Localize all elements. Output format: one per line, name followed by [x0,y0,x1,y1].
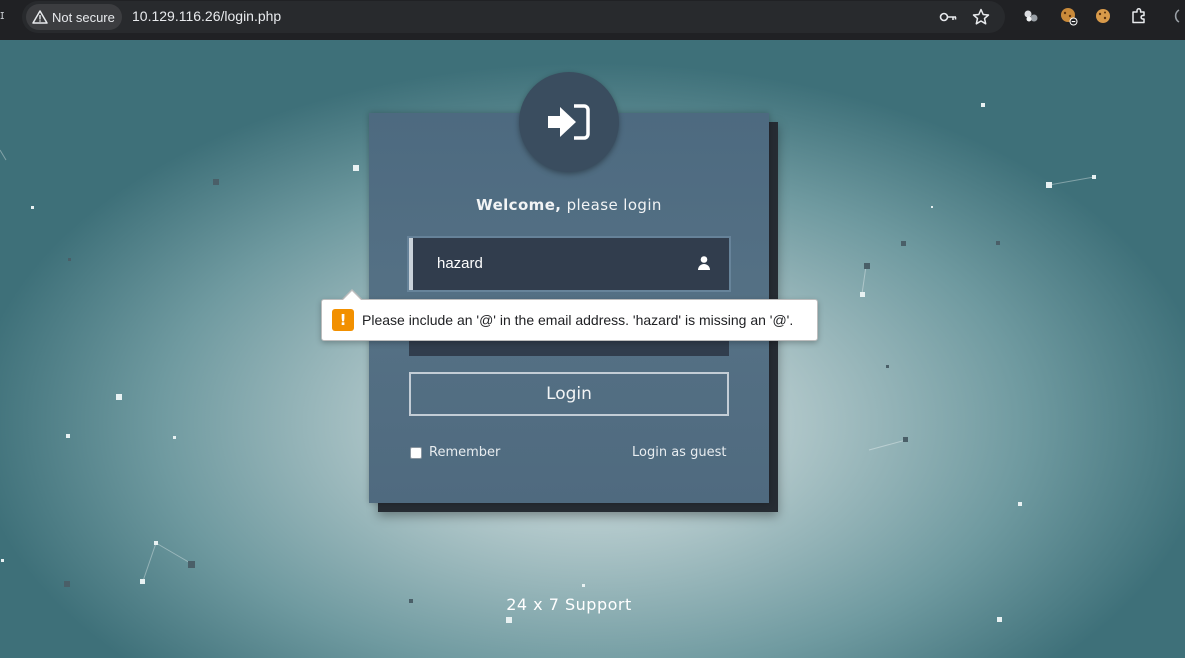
welcome-heading: Welcome, please login [369,196,769,214]
remember-checkbox[interactable] [410,446,422,459]
extension-puzzle-icon[interactable] [1129,6,1149,26]
login-as-guest-link[interactable]: Login as guest [632,445,726,460]
key-icon[interactable] [938,7,958,27]
login-badge [519,72,619,172]
login-button[interactable]: Login [409,372,729,416]
browser-toolbar: ɪ Not secure 10.129.116.26/login.php [0,0,1185,40]
warning-triangle-icon [32,10,48,24]
validation-message: Please include an '@' in the email addre… [362,312,794,328]
email-value[interactable]: hazard [437,255,483,272]
cookie-extension-icon[interactable] [1059,6,1079,26]
user-icon [698,256,710,270]
warning-icon: ! [332,309,354,331]
url-text[interactable]: 10.129.116.26/login.php [132,8,281,24]
star-icon[interactable] [971,7,991,27]
remember-option[interactable]: Remember [410,445,500,460]
remember-label: Remember [429,445,501,460]
security-label: Not secure [52,9,115,25]
sign-in-icon [548,104,590,140]
cookie-icon[interactable] [1093,6,1113,26]
email-field[interactable]: hazard [409,238,729,290]
security-indicator[interactable]: Not secure [26,4,122,30]
validation-tooltip: ! Please include an '@' in the email add… [321,299,818,341]
extension-icon[interactable] [1021,6,1041,26]
welcome-rest: please login [566,196,662,214]
support-text: 24 x 7 Support [506,595,632,614]
address-bar[interactable]: Not secure 10.129.116.26/login.php [22,1,1005,33]
window-edge: ɪ [0,8,5,22]
welcome-bold: Welcome, [476,196,562,214]
tooltip-arrow-fill [342,291,362,301]
profile-edge-icon[interactable] [1165,6,1185,26]
